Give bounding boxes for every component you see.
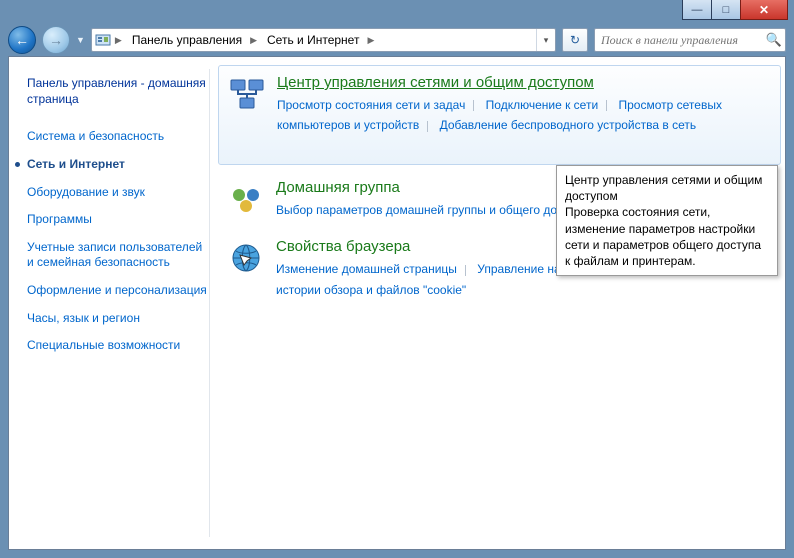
window-controls: — □ ✕ [683,0,788,20]
sidebar-home[interactable]: Панель управления - домашняя страница [27,75,207,107]
internet-options-icon [226,238,266,278]
sidebar: Панель управления - домашняя страница Си… [9,57,209,549]
nav-row: ← → ▼ ▶ Панель управления ▶ Сеть и Интер… [0,26,794,54]
sidebar-item-2[interactable]: Оборудование и звук [27,185,207,201]
search-icon[interactable]: 🔍 [763,32,785,48]
client-area: Панель управления - домашняя страница Си… [8,56,786,550]
section-link[interactable]: Подключение к сети [486,98,598,112]
network-sharing-icon [227,74,267,114]
main-panel: Центр управления сетями и общим доступом… [210,57,785,549]
close-icon: ✕ [759,3,769,17]
close-button[interactable]: ✕ [740,0,788,20]
sidebar-item-0[interactable]: Система и безопасность [27,129,207,145]
homegroup-icon [226,179,266,219]
section-links: Просмотр состояния сети и задач Подключе… [277,95,772,136]
section-link[interactable]: Изменение домашней страницы [276,262,457,276]
chevron-right-icon[interactable]: ▶ [113,35,124,46]
minimize-icon: — [692,4,703,16]
section-link[interactable]: Просмотр состояния сети и задач [277,98,465,112]
maximize-icon: □ [723,4,730,16]
tooltip-title: Центр управления сетями и общим доступом [565,172,769,204]
back-button[interactable]: ← [8,26,36,54]
refresh-button[interactable]: ↻ [562,28,588,52]
section-network-sharing: Центр управления сетями и общим доступом… [227,74,772,136]
address-dropdown[interactable]: ▾ [536,29,555,51]
address-bar[interactable]: ▶ Панель управления ▶ Сеть и Интернет ▶ … [91,28,556,52]
minimize-button[interactable]: — [682,0,712,20]
sidebar-item-7[interactable]: Специальные возможности [27,338,207,354]
arrow-left-icon: ← [15,33,29,47]
chevron-right-icon[interactable]: ▶ [365,35,376,46]
chevron-right-icon[interactable]: ▶ [248,35,259,46]
sidebar-item-3[interactable]: Программы [27,212,207,228]
history-chevron[interactable]: ▼ [76,35,85,45]
sidebar-item-6[interactable]: Часы, язык и регион [27,311,207,327]
search-input[interactable] [595,33,763,48]
breadcrumb-sub[interactable]: Сеть и Интернет [259,29,365,51]
search-box[interactable]: 🔍 [594,28,786,52]
forward-button[interactable]: → [42,26,70,54]
breadcrumb-root[interactable]: Панель управления [124,29,248,51]
tooltip-body: Проверка состояния сети, изменение парам… [565,204,769,269]
section-title[interactable]: Центр управления сетями и общим доступом [277,74,772,91]
sidebar-item-4[interactable]: Учетные записи пользователей и семейная … [27,240,207,271]
arrow-right-icon: → [49,33,63,47]
control-panel-icon [95,32,111,48]
maximize-button[interactable]: □ [711,0,741,20]
titlebar[interactable]: — □ ✕ [0,0,794,26]
section-link[interactable]: Добавление беспроводного устройства в се… [440,118,697,132]
tooltip: Центр управления сетями и общим доступом… [556,165,778,276]
refresh-icon: ↻ [570,33,580,47]
explorer-window: — □ ✕ ← → ▼ ▶ Панель управления ▶ Сеть и… [0,0,794,558]
sidebar-item-1[interactable]: Сеть и Интернет [27,157,207,173]
sidebar-item-5[interactable]: Оформление и персонализация [27,283,207,299]
